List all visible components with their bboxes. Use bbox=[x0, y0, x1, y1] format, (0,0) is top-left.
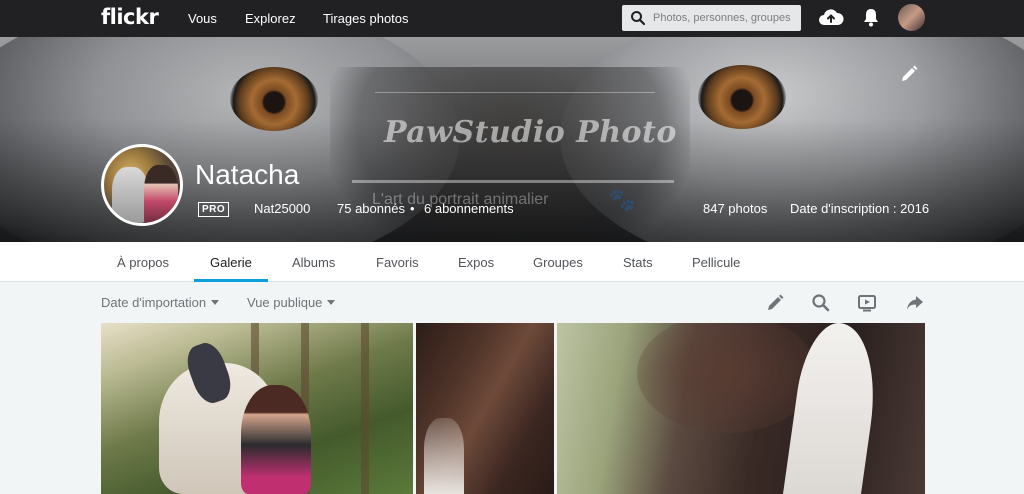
tab-expos[interactable]: Expos bbox=[458, 255, 494, 270]
watermark-line bbox=[375, 92, 655, 93]
watermark-line bbox=[352, 180, 674, 183]
paw-icon: 🐾 bbox=[608, 187, 636, 212]
slideshow-icon[interactable] bbox=[857, 293, 877, 313]
meta-separator: • bbox=[410, 201, 415, 216]
tab-a-propos[interactable]: À propos bbox=[117, 255, 169, 270]
caret-down-icon bbox=[327, 300, 336, 305]
followers-link[interactable]: 75 abonnés bbox=[337, 201, 405, 216]
nav-tirages-photos[interactable]: Tirages photos bbox=[323, 11, 409, 26]
search-box bbox=[622, 5, 801, 31]
tab-albums[interactable]: Albums bbox=[292, 255, 335, 270]
photo-horse-blaze bbox=[424, 418, 464, 494]
nav-explorez[interactable]: Explorez bbox=[245, 11, 296, 26]
tab-stats[interactable]: Stats bbox=[623, 255, 653, 270]
tab-groupes[interactable]: Groupes bbox=[533, 255, 583, 270]
user-avatar[interactable] bbox=[898, 4, 925, 31]
search-input[interactable] bbox=[653, 5, 797, 31]
edit-cover-pencil-icon[interactable] bbox=[899, 64, 919, 84]
avatar-person bbox=[144, 165, 178, 223]
photo-thumbnail[interactable] bbox=[101, 323, 413, 494]
profile-username: Nat25000 bbox=[254, 201, 311, 216]
watermark-title: PawStudio Photo bbox=[384, 115, 677, 150]
sort-dropdown[interactable]: Date d'importation bbox=[101, 295, 220, 310]
photo-thumbnail[interactable] bbox=[557, 323, 925, 494]
pro-badge: PRO bbox=[198, 202, 230, 217]
tab-favoris[interactable]: Favoris bbox=[376, 255, 419, 270]
flickr-logo[interactable]: flickr bbox=[101, 5, 159, 29]
caret-down-icon bbox=[211, 300, 220, 305]
share-icon[interactable] bbox=[905, 293, 925, 313]
upload-cloud-icon[interactable] bbox=[818, 6, 844, 28]
bell-icon[interactable] bbox=[862, 7, 880, 27]
active-tab-indicator bbox=[194, 279, 268, 282]
cover-photo: PawStudio Photo L'art du portrait animal… bbox=[0, 37, 1024, 242]
photo-woman bbox=[241, 385, 311, 494]
profile-name: Natacha bbox=[195, 159, 300, 190]
profile-tabs: À propos Galerie Albums Favoris Expos Gr… bbox=[0, 242, 1024, 282]
search-icon[interactable] bbox=[630, 10, 646, 26]
photo-horse-mane bbox=[637, 323, 817, 433]
profile-avatar[interactable] bbox=[101, 144, 183, 226]
search-photos-icon[interactable] bbox=[811, 293, 831, 313]
avatar-dog bbox=[112, 167, 148, 223]
tab-pellicule[interactable]: Pellicule bbox=[692, 255, 740, 270]
view-dropdown-label: Vue publique bbox=[247, 295, 323, 310]
tab-galerie[interactable]: Galerie bbox=[210, 255, 252, 270]
view-dropdown[interactable]: Vue publique bbox=[247, 295, 336, 310]
top-nav: flickr Vous Explorez Tirages photos bbox=[0, 0, 1024, 37]
photo-count: 847 photos bbox=[703, 201, 768, 216]
edit-pencil-icon[interactable] bbox=[765, 293, 785, 313]
photo-thumbnail[interactable] bbox=[416, 323, 554, 494]
join-date: Date d'inscription : 2016 bbox=[790, 201, 930, 216]
nav-vous[interactable]: Vous bbox=[188, 11, 217, 26]
photo-tree bbox=[361, 323, 369, 494]
sort-dropdown-label: Date d'importation bbox=[101, 295, 207, 310]
following-link[interactable]: 6 abonnements bbox=[424, 201, 514, 216]
